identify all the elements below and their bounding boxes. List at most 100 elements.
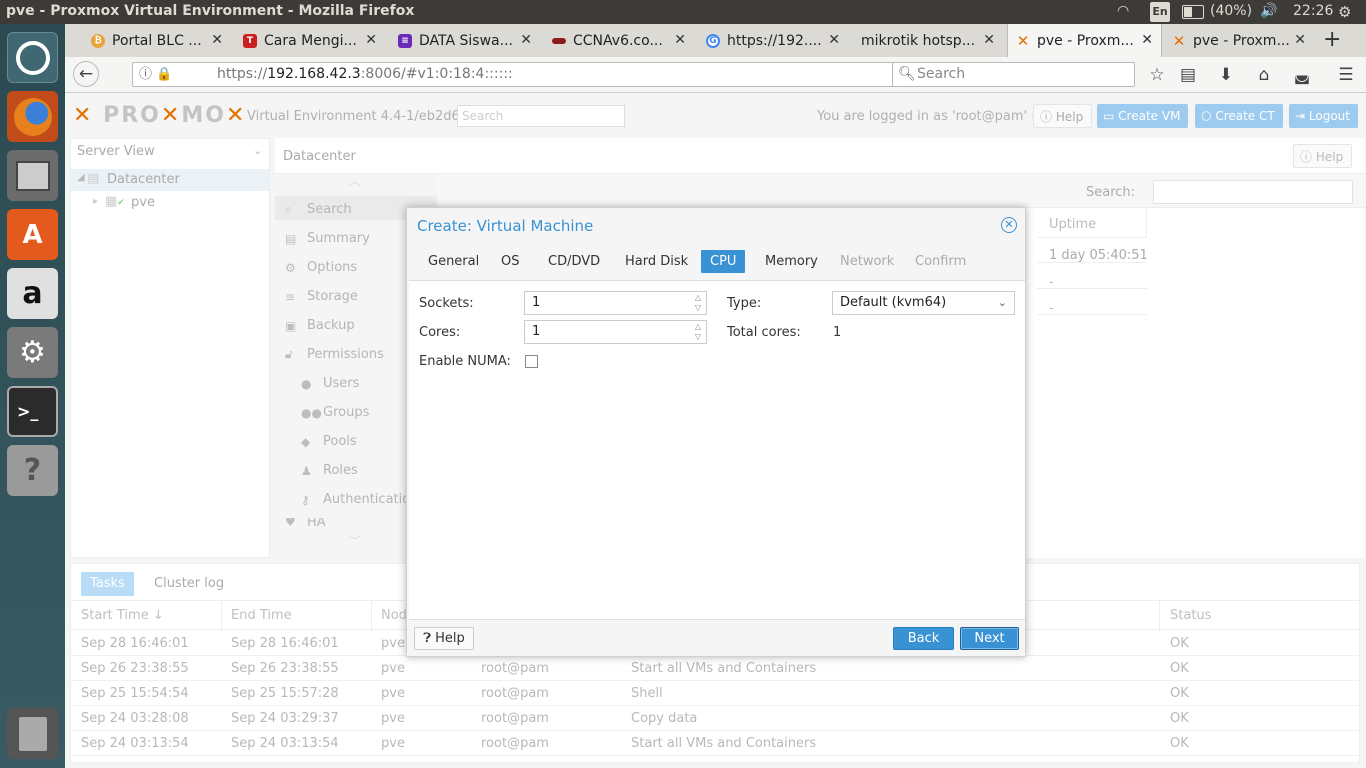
downloads-icon[interactable]: ⬇ [1213, 63, 1239, 87]
menu-item-permissions[interactable]: 🔓︎ Permissions [285, 347, 384, 362]
menu-item-summary[interactable]: ▤ Summary [285, 231, 370, 246]
chevron-down-icon[interactable]: ⌄ [998, 292, 1007, 314]
clock[interactable]: 22:26 [1293, 3, 1333, 19]
column-header-status[interactable]: Status [1170, 608, 1211, 623]
close-icon[interactable]: ✕ [1001, 217, 1017, 233]
keyboard-layout-indicator[interactable]: En [1150, 2, 1170, 22]
browser-tab[interactable]: mikrotik hotsp... ✕ [853, 24, 1003, 57]
system-settings-icon[interactable]: ⚙ [7, 327, 58, 378]
bookmark-star-icon[interactable]: ☆ [1144, 63, 1170, 87]
menu-item-pools[interactable]: ◆ Pools [301, 434, 357, 449]
browser-tab[interactable]: ₿ Portal BLC ... ✕ [83, 24, 231, 57]
menu-item-users[interactable]: ● Users [301, 376, 359, 391]
table-row[interactable]: Sep 25 15:54:54 Sep 25 15:57:28 pve root@pa… [71, 681, 1361, 706]
close-tab-icon[interactable]: ✕ [983, 32, 995, 48]
software-center-icon[interactable]: A [7, 209, 58, 260]
cores-stepper[interactable]: 1 △ ▽ [524, 320, 707, 344]
browser-tab[interactable]: T Cara Mengi... ✕ [235, 24, 385, 57]
reading-list-icon[interactable]: ▤ [1175, 63, 1201, 87]
tree-expand-icon[interactable]: ◢ [77, 172, 85, 183]
back-button[interactable]: Back [893, 627, 954, 650]
key-icon: ⚷ [301, 492, 310, 507]
column-header-start-time[interactable]: Start Time ↓ [81, 608, 164, 623]
close-tab-icon[interactable]: ✕ [1141, 32, 1153, 48]
terminal-icon[interactable]: >_ [7, 386, 58, 437]
browser-tab[interactable]: ≡ DATA Siswa... ✕ [390, 24, 540, 57]
back-arrow-icon[interactable]: ← [73, 61, 99, 87]
menu-item-backup[interactable]: ▣ Backup [285, 318, 355, 333]
close-tab-icon[interactable]: ✕ [1294, 32, 1306, 48]
tab-os[interactable]: OS [492, 250, 528, 273]
create-ct-button[interactable]: ⬡ Create CT [1195, 104, 1283, 128]
browser-tab[interactable]: CCNAv6.co... ✕ [544, 24, 694, 57]
tab-cpu[interactable]: CPU [701, 250, 746, 273]
table-row[interactable]: Sep 26 23:38:55 Sep 26 23:38:55 pve root@pa… [71, 656, 1361, 681]
version-label: Virtual Environment 4.4-1/eb2d6f1e [247, 109, 481, 124]
volume-icon[interactable]: 🔊 [1260, 3, 1277, 19]
logout-button[interactable]: ⇥ Logout [1289, 104, 1358, 128]
menu-item-options[interactable]: ⚙ Options [285, 260, 357, 275]
power-gear-icon[interactable]: ⚙ [1338, 3, 1351, 21]
browser-tab[interactable]: Ghttps://192.... ✕ [698, 24, 848, 57]
next-button[interactable]: Next [960, 627, 1019, 650]
firefox-icon[interactable] [7, 91, 58, 142]
new-tab-button[interactable]: + [1323, 27, 1341, 52]
numa-checkbox[interactable] [525, 355, 538, 368]
ubuntu-dash-icon[interactable] [7, 32, 58, 83]
table-row[interactable]: Sep 24 03:13:54 Sep 24 03:13:54 pve root@pa… [71, 731, 1361, 756]
scroll-down-icon[interactable]: ﹀ [349, 532, 361, 549]
chevron-down-icon[interactable]: ⌄ [253, 144, 262, 157]
spinner-arrows-icon[interactable]: △ ▽ [695, 293, 701, 313]
spinner-arrows-icon[interactable]: △ ▽ [695, 322, 701, 342]
server-view-select[interactable]: Server View [77, 144, 155, 159]
tab-cd-dvd[interactable]: CD/DVD [539, 250, 609, 273]
close-tab-icon[interactable]: ✕ [211, 32, 223, 48]
hamburger-menu-icon[interactable]: ☰ [1333, 63, 1359, 87]
url-bar[interactable]: ⓘ 🔒 https://192.168.42.3:8006/#v1:0:18:4… [132, 62, 948, 87]
close-tab-icon[interactable]: ✕ [674, 32, 686, 48]
menu-item-authentication[interactable]: ⚷ Authentication [301, 492, 418, 507]
scroll-up-icon[interactable]: ︿ [349, 172, 361, 189]
header-help-button[interactable]: ⓘ Help [1033, 104, 1093, 128]
tab-label: CCNAv6.co... [573, 32, 663, 49]
menu-item-roles[interactable]: ♟ Roles [301, 463, 358, 478]
tree-item-datacenter[interactable]: ◢ ▤ Datacenter [71, 169, 269, 191]
create-vm-button[interactable]: ▭ Create VM [1097, 104, 1189, 128]
files-icon[interactable] [7, 150, 58, 201]
tab-memory[interactable]: Memory [756, 250, 827, 273]
close-tab-icon[interactable]: ✕ [520, 32, 532, 48]
column-header-end-time[interactable]: End Time [231, 608, 292, 623]
battery-icon[interactable] [1182, 5, 1204, 19]
home-icon[interactable]: ⌂ [1251, 63, 1277, 87]
site-info-icon[interactable]: ⓘ 🔒 [139, 63, 172, 86]
dialog-help-button[interactable]: ❓︎ Help [414, 627, 474, 650]
menu-item-groups[interactable]: ●● Groups [301, 405, 369, 420]
tab-cluster-log[interactable]: Cluster log [145, 572, 233, 596]
table-row[interactable]: Sep 24 03:28:08 Sep 24 03:29:37 pve root@pa… [71, 706, 1361, 731]
resource-search-input[interactable] [1153, 180, 1353, 204]
sockets-stepper[interactable]: 1 △ ▽ [524, 291, 707, 315]
web-search-input[interactable]: 🔍︎ Search [892, 62, 1135, 87]
browser-tab-active[interactable]: ✕ pve - Proxm... ✕ [1007, 24, 1162, 57]
close-tab-icon[interactable]: ✕ [828, 32, 840, 48]
cpu-type-select[interactable]: Default (kvm64) ⌄ [832, 291, 1015, 315]
wifi-icon[interactable]: ◠ [1117, 3, 1129, 19]
close-tab-icon[interactable]: ✕ [365, 32, 377, 48]
help-icon[interactable]: ? [7, 445, 58, 496]
tab-general[interactable]: General [419, 250, 488, 273]
menu-item-ha[interactable]: ♥ HA [285, 518, 326, 526]
column-header-uptime[interactable]: Uptime [1049, 217, 1096, 232]
amazon-icon[interactable]: a [7, 268, 58, 319]
header-search-input[interactable]: Search [457, 105, 625, 127]
menu-item-search[interactable]: ⌕ Search [285, 202, 352, 217]
pocket-icon[interactable]: ◛ [1289, 63, 1315, 87]
menu-item-storage[interactable]: ≡ Storage [285, 289, 358, 304]
content-help-button[interactable]: ⓘ Help [1293, 144, 1353, 168]
trash-icon[interactable] [7, 708, 58, 759]
tab-hard-disk[interactable]: Hard Disk [616, 250, 697, 273]
tree-item-node[interactable]: ▸ ▦✔ pve [93, 194, 269, 214]
uptime-value: 1 day 05:40:51 [1049, 248, 1148, 263]
tab-tasks[interactable]: Tasks [81, 572, 134, 596]
tree-expand-icon[interactable]: ▸ [93, 196, 98, 207]
browser-tab[interactable]: ✕ pve - Proxm... ✕ [1164, 24, 1314, 57]
